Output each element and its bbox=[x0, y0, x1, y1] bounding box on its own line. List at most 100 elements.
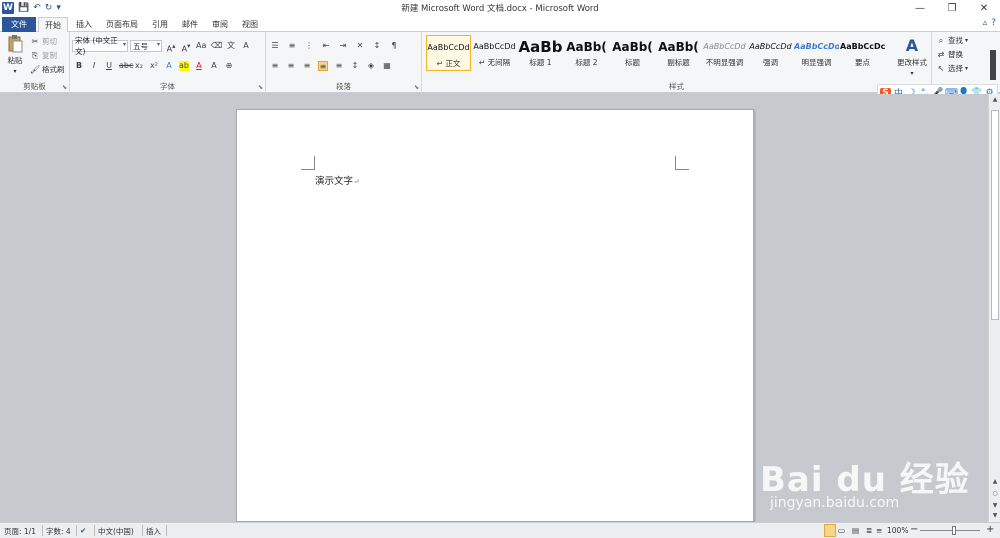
change-case-icon[interactable]: Aa bbox=[196, 41, 206, 51]
font-name-dropdown-icon[interactable]: ▾ bbox=[123, 41, 126, 48]
style-normal[interactable]: AaBbCcDd ↵ 正文 bbox=[426, 35, 471, 71]
scrollbar-thumb[interactable] bbox=[991, 110, 999, 320]
tab-references[interactable]: 引用 bbox=[146, 17, 174, 32]
tab-page-layout[interactable]: 页面布局 bbox=[100, 17, 144, 32]
tab-review[interactable]: 审阅 bbox=[206, 17, 234, 32]
paste-dropdown-icon[interactable]: ▾ bbox=[13, 68, 16, 75]
tab-insert[interactable]: 插入 bbox=[70, 17, 98, 32]
enclose-char-icon[interactable]: ⊕ bbox=[224, 61, 234, 71]
scroll-down-page-icon[interactable]: ▼ bbox=[989, 502, 1000, 511]
outline-view-icon[interactable]: ≣ bbox=[866, 526, 872, 535]
vertical-scrollbar[interactable]: ▲ ▲ ○ ▼ ▼ bbox=[988, 94, 1000, 522]
chinese-layout-icon[interactable]: ✕ bbox=[355, 41, 365, 51]
style-heading-2[interactable]: AaBb( 标题 2 bbox=[564, 35, 609, 71]
scroll-down-icon[interactable]: ▼ bbox=[989, 512, 1000, 521]
bullets-icon[interactable]: ☰ bbox=[270, 41, 280, 51]
font-color-icon[interactable]: A bbox=[194, 61, 204, 71]
word-count[interactable]: 字数: 4 bbox=[46, 526, 71, 537]
minimize-button[interactable]: — bbox=[904, 0, 936, 16]
scroll-up-page-icon[interactable]: ▲ bbox=[989, 478, 1000, 487]
show-marks-icon[interactable]: ¶ bbox=[389, 41, 399, 51]
font-size-combo[interactable]: 五号 ▾ bbox=[130, 40, 162, 52]
insert-mode-indicator[interactable]: 插入 bbox=[146, 526, 161, 537]
font-group-label: 字体 bbox=[160, 82, 175, 91]
draft-view-icon[interactable]: ≡ bbox=[876, 526, 882, 535]
style-title[interactable]: AaBb( 标题 bbox=[610, 35, 655, 71]
close-button[interactable]: ✕ bbox=[968, 0, 1000, 16]
style-subtle-emphasis[interactable]: AaBbCcDd 不明显强调 bbox=[702, 35, 747, 71]
sort-icon[interactable]: ↕ bbox=[372, 41, 382, 51]
style-emphasis[interactable]: AaBbCcDd 强调 bbox=[748, 35, 793, 71]
font-size-dropdown-icon[interactable]: ▾ bbox=[157, 41, 160, 48]
distribute-icon[interactable]: ≡ bbox=[334, 61, 344, 71]
line-spacing-icon[interactable]: ↕ bbox=[350, 61, 360, 71]
tab-home[interactable]: 开始 bbox=[38, 17, 68, 32]
language-indicator[interactable]: 中文(中国) bbox=[98, 526, 134, 537]
paragraph-launcher-icon[interactable]: ⬊ bbox=[414, 84, 419, 91]
shading-icon[interactable]: ◈ bbox=[366, 61, 376, 71]
style-no-spacing[interactable]: AaBbCcDd ↵ 无间隔 bbox=[472, 35, 517, 71]
char-shading-icon[interactable]: A bbox=[209, 61, 219, 71]
zoom-slider-thumb[interactable] bbox=[952, 526, 956, 535]
font-name-combo[interactable]: 宋体 (中文正文) ▾ bbox=[72, 36, 128, 56]
change-styles-dropdown-icon[interactable]: ▾ bbox=[910, 70, 913, 77]
cut-button[interactable]: ✂ 剪切 bbox=[30, 36, 57, 47]
subscript-icon[interactable]: x₂ bbox=[134, 61, 144, 71]
align-left-icon[interactable]: ≡ bbox=[270, 61, 280, 71]
clipboard-launcher-icon[interactable]: ⬊ bbox=[62, 84, 67, 91]
proofing-icon[interactable]: ✔ bbox=[80, 526, 86, 535]
full-screen-reading-icon[interactable]: ▭ bbox=[838, 526, 845, 535]
web-layout-icon[interactable]: ▤ bbox=[852, 526, 859, 535]
select-dropdown-icon[interactable]: ▾ bbox=[965, 65, 968, 72]
phonetic-guide-icon[interactable]: 文 bbox=[226, 41, 236, 51]
scroll-up-icon[interactable]: ▲ bbox=[989, 96, 1000, 105]
find-dropdown-icon[interactable]: ▾ bbox=[965, 37, 968, 44]
text-effects-icon[interactable]: A bbox=[164, 61, 174, 71]
multilevel-list-icon[interactable]: ⋮ bbox=[304, 41, 314, 51]
print-layout-view-icon[interactable] bbox=[824, 524, 836, 537]
justify-icon[interactable]: ≡ bbox=[318, 61, 328, 71]
zoom-slider-track[interactable] bbox=[920, 530, 980, 531]
format-painter-button[interactable]: 🖌 格式刷 bbox=[30, 64, 65, 75]
highlight-icon[interactable]: ab bbox=[179, 61, 189, 71]
superscript-icon[interactable]: x² bbox=[149, 61, 159, 71]
find-button[interactable]: ⌕ 查找 ▾ bbox=[936, 35, 968, 46]
grow-font-icon[interactable]: A▴ bbox=[166, 41, 176, 54]
document-page[interactable]: 演示文字↵ bbox=[236, 109, 754, 522]
style-subtitle[interactable]: AaBb( 副标题 bbox=[656, 35, 701, 71]
font-launcher-icon[interactable]: ⬊ bbox=[258, 84, 263, 91]
style-intense-emphasis[interactable]: AaBbCcDd 明显强调 bbox=[794, 35, 839, 71]
zoom-out-button[interactable]: − bbox=[910, 524, 918, 535]
browse-object-icon[interactable]: ○ bbox=[989, 490, 1000, 499]
borders-icon[interactable]: ▦ bbox=[382, 61, 392, 71]
paste-button[interactable]: 粘贴 ▾ bbox=[5, 35, 25, 75]
tab-view[interactable]: 视图 bbox=[236, 17, 264, 32]
help-icon[interactable]: ? bbox=[991, 18, 996, 28]
tab-file[interactable]: 文件 bbox=[2, 17, 36, 32]
restore-button[interactable]: ❐ bbox=[936, 0, 968, 16]
style-heading-1[interactable]: AaBb 标题 1 bbox=[518, 35, 563, 71]
page-count[interactable]: 页面: 1/1 bbox=[4, 526, 36, 537]
decrease-indent-icon[interactable]: ⇤ bbox=[321, 41, 331, 51]
underline-icon[interactable]: U bbox=[104, 61, 114, 71]
select-button[interactable]: ↖ 选择 ▾ bbox=[936, 63, 968, 74]
numbering-icon[interactable]: ≡ bbox=[287, 41, 297, 51]
increase-indent-icon[interactable]: ⇥ bbox=[338, 41, 348, 51]
style-strong[interactable]: AaBbCcDc 要点 bbox=[840, 35, 885, 71]
bold-icon[interactable]: B bbox=[74, 61, 84, 71]
shrink-font-icon[interactable]: A▾ bbox=[181, 41, 191, 54]
char-border-icon[interactable]: A bbox=[241, 41, 251, 51]
zoom-in-button[interactable]: + bbox=[986, 524, 994, 535]
copy-button[interactable]: ⎘ 复制 bbox=[30, 50, 57, 61]
tab-mailings[interactable]: 邮件 bbox=[176, 17, 204, 32]
change-styles-button[interactable]: A 更改样式 ▾ bbox=[894, 36, 930, 77]
align-right-icon[interactable]: ≡ bbox=[302, 61, 312, 71]
clear-format-icon[interactable]: ⌫ bbox=[211, 41, 222, 51]
replace-button[interactable]: ⇄ 替换 bbox=[936, 49, 963, 60]
minimize-ribbon-icon[interactable]: ▵ bbox=[983, 18, 988, 28]
align-center-icon[interactable]: ≡ bbox=[286, 61, 296, 71]
strikethrough-icon[interactable]: abc bbox=[119, 61, 133, 71]
document-body-text[interactable]: 演示文字↵ bbox=[315, 173, 360, 187]
italic-icon[interactable]: I bbox=[89, 61, 99, 71]
zoom-level[interactable]: 100% bbox=[887, 526, 908, 535]
